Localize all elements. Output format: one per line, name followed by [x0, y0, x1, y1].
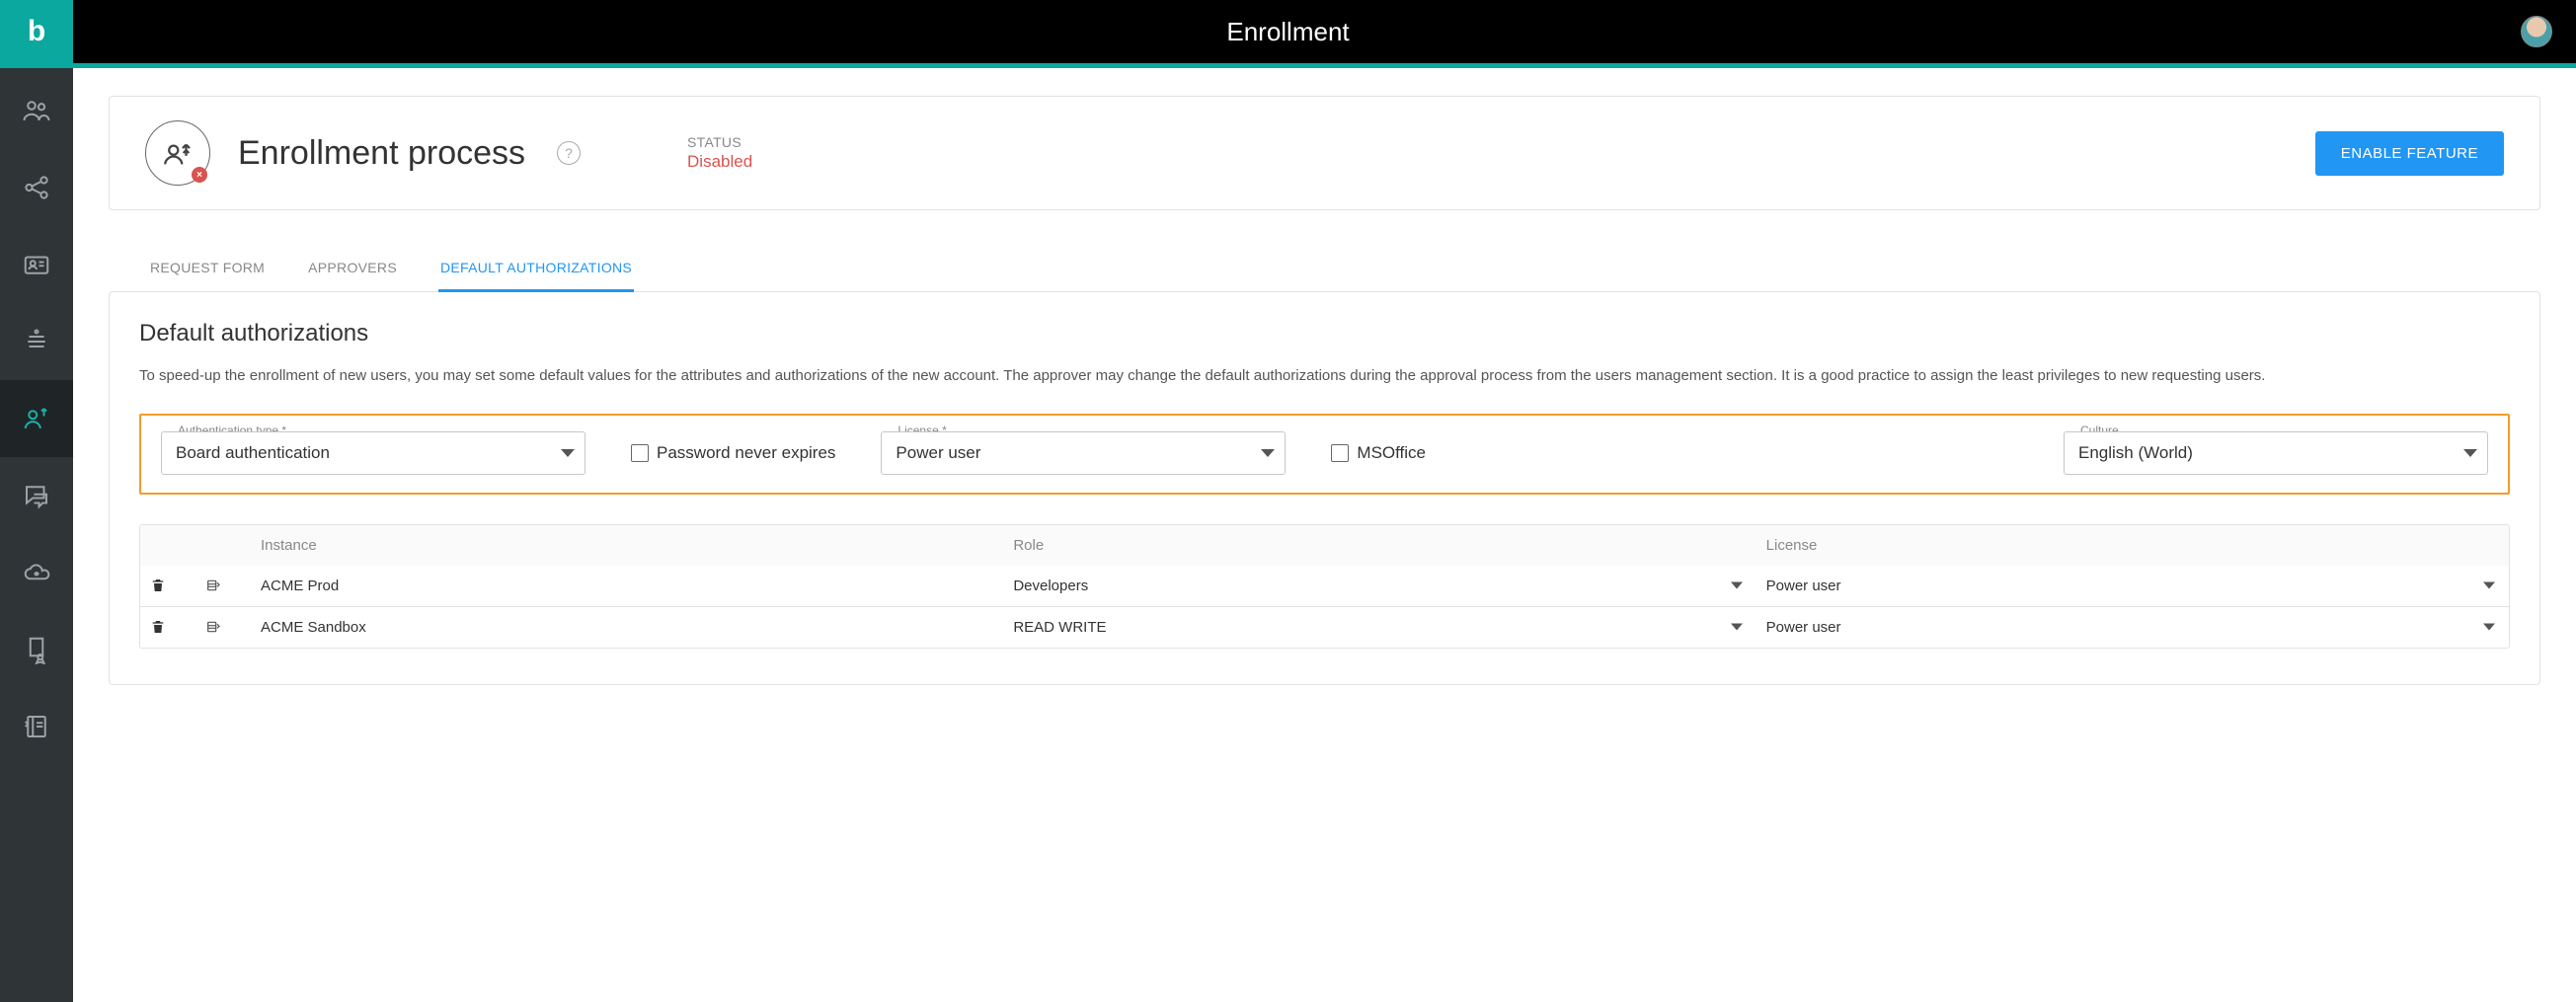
app-logo[interactable]: b	[0, 0, 73, 63]
chevron-down-icon	[2483, 624, 2495, 631]
delete-row-button[interactable]	[140, 566, 195, 605]
table-row: ACME Prod Developers Power user	[140, 566, 2509, 606]
row-license-select[interactable]: Power user	[1756, 566, 2509, 606]
database-icon	[205, 578, 221, 593]
license-field: License * Power user	[881, 431, 1286, 475]
checkbox-box	[1331, 444, 1349, 462]
culture-field: Culture English (World)	[2064, 431, 2488, 475]
instance-link-icon-cell	[195, 566, 251, 605]
culture-value: English (World)	[2078, 443, 2193, 463]
msoffice-checkbox[interactable]: MSOffice	[1331, 431, 1426, 475]
sidebar-item-cert[interactable]	[0, 611, 73, 688]
tab-approvers[interactable]: APPROVERS	[306, 246, 399, 292]
role-value: Developers	[1013, 578, 1088, 594]
chevron-down-icon	[561, 449, 575, 457]
table-header: Instance Role License	[140, 525, 2509, 566]
share-icon	[22, 173, 51, 202]
row-license-value: Power user	[1766, 578, 1841, 594]
panel: Default authorizations To speed-up the e…	[109, 291, 2540, 685]
avatar[interactable]	[2521, 16, 2552, 47]
role-select[interactable]: Developers	[1003, 566, 1756, 606]
password-never-expires-label: Password never expires	[657, 443, 835, 463]
chat-icon	[22, 481, 51, 510]
tabs: REQUEST FORM APPROVERS DEFAULT AUTHORIZA…	[109, 246, 2540, 292]
content: × Enrollment process ? STATUS Disabled E…	[73, 63, 2576, 1002]
certificate-icon	[22, 635, 51, 664]
col-instance: Instance	[251, 525, 1003, 566]
sidebar-item-chat[interactable]	[0, 457, 73, 534]
col-role: Role	[1003, 525, 1756, 566]
status-value: Disabled	[687, 152, 752, 172]
instance-name: ACME Prod	[251, 566, 1003, 606]
config-row: Authentication type * Board authenticati…	[139, 414, 2510, 495]
header-title: Enrollment process	[238, 134, 525, 173]
cloud-icon	[22, 558, 51, 587]
sidebar-item-stack[interactable]	[0, 303, 73, 380]
instance-link-icon-cell	[195, 607, 251, 647]
stack-icon	[22, 327, 51, 356]
header-card: × Enrollment process ? STATUS Disabled E…	[109, 96, 2540, 210]
license-select[interactable]: Power user	[881, 431, 1286, 475]
help-icon[interactable]: ?	[557, 141, 581, 165]
sidebar-item-enrollment[interactable]	[0, 380, 73, 457]
row-license-value: Power user	[1766, 619, 1841, 636]
page-title: Enrollment	[0, 17, 2576, 47]
msoffice-label: MSOffice	[1357, 443, 1426, 463]
sidebar-item-id[interactable]	[0, 226, 73, 303]
role-select[interactable]: READ WRITE	[1003, 607, 1756, 648]
enable-feature-button[interactable]: ENABLE FEATURE	[2315, 131, 2504, 176]
tab-request-form[interactable]: REQUEST FORM	[148, 246, 267, 292]
users-icon	[22, 96, 51, 125]
trash-icon	[150, 619, 166, 635]
delete-row-button[interactable]	[140, 607, 195, 647]
password-never-expires-checkbox[interactable]: Password never expires	[631, 431, 835, 475]
id-card-icon	[22, 250, 51, 279]
enrollment-icon	[22, 404, 51, 433]
sidebar-item-share[interactable]	[0, 149, 73, 226]
sidebar-item-book[interactable]	[0, 688, 73, 765]
chevron-down-icon	[1261, 449, 1275, 457]
row-license-select[interactable]: Power user	[1756, 607, 2509, 648]
sidebar	[0, 63, 73, 1002]
sidebar-item-cloud[interactable]	[0, 534, 73, 611]
panel-description: To speed-up the enrollment of new users,…	[139, 365, 2510, 388]
table-row: ACME Sandbox READ WRITE Power user	[140, 606, 2509, 648]
trash-icon	[150, 578, 166, 593]
chevron-down-icon	[1731, 582, 1743, 589]
auth-type-field: Authentication type * Board authenticati…	[161, 431, 585, 475]
enrollment-process-icon: ×	[145, 120, 210, 186]
status-label: STATUS	[687, 134, 752, 150]
culture-select[interactable]: English (World)	[2064, 431, 2488, 475]
auth-type-value: Board authentication	[176, 443, 330, 463]
instances-table: Instance Role License ACME Prod	[139, 524, 2510, 649]
chevron-down-icon	[1731, 624, 1743, 631]
instance-name: ACME Sandbox	[251, 607, 1003, 648]
status-block: STATUS Disabled	[687, 134, 752, 172]
chevron-down-icon	[2483, 582, 2495, 589]
tab-default-authorizations[interactable]: DEFAULT AUTHORIZATIONS	[438, 246, 634, 292]
auth-type-select[interactable]: Board authentication	[161, 431, 585, 475]
role-value: READ WRITE	[1013, 619, 1106, 636]
col-license: License	[1756, 525, 2509, 566]
sidebar-item-users[interactable]	[0, 72, 73, 149]
book-icon	[22, 712, 51, 741]
disabled-badge-icon: ×	[192, 167, 207, 183]
panel-heading: Default authorizations	[139, 320, 2510, 347]
chevron-down-icon	[2463, 449, 2477, 457]
checkbox-box	[631, 444, 649, 462]
license-value: Power user	[896, 443, 980, 463]
database-icon	[205, 619, 221, 635]
topbar: b Enrollment	[0, 0, 2576, 63]
